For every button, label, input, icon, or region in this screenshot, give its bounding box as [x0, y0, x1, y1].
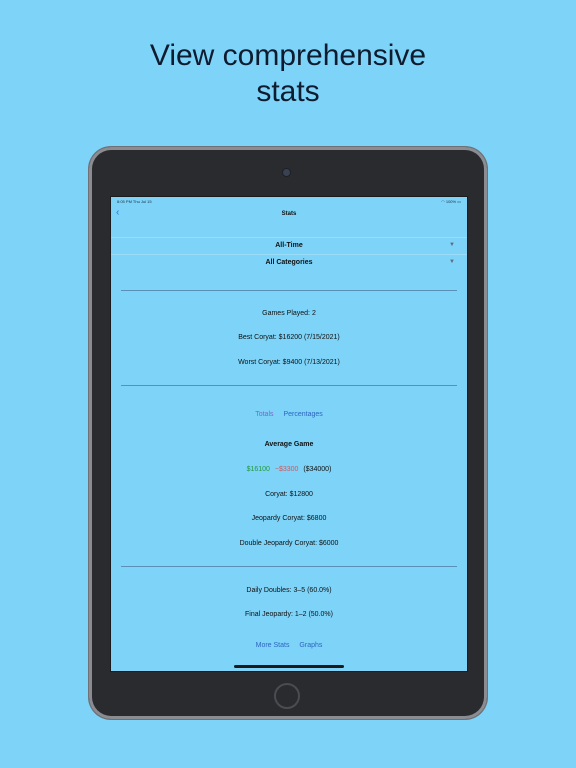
divider	[121, 566, 457, 567]
period-dropdown-label: All-Time	[275, 242, 303, 249]
chevron-down-icon: ▼	[449, 259, 455, 265]
page-title: Stats	[281, 211, 297, 217]
jeopardy-coryat-text: Jeopardy Coryat: $6800	[251, 515, 327, 522]
divider	[121, 385, 457, 386]
double-jeopardy-coryat-text: Double Jeopardy Coryat: $6000	[239, 540, 339, 547]
best-coryat-text: Best Coryat: $16200 (7/15/2021)	[238, 334, 340, 341]
category-dropdown[interactable]: All Categories ▼	[111, 254, 467, 271]
headline-line-2: stats	[256, 75, 320, 108]
negative-amount: −$3300	[274, 466, 299, 473]
more-stats-link[interactable]: More Stats	[256, 642, 290, 649]
bottom-links: More Stats Graphs	[111, 642, 467, 649]
graphs-link[interactable]: Graphs	[299, 642, 322, 649]
camera-icon	[283, 169, 290, 176]
average-game-heading: Average Game	[264, 441, 314, 448]
ipad-frame: 8:05 PM Thu Jul 15 ◠ 100% ▭ ‹ Stats All-…	[89, 147, 487, 719]
status-right: ◠ 100% ▭	[441, 199, 461, 204]
battery-percent: 100%	[445, 199, 457, 204]
status-bar: 8:05 PM Thu Jul 15 ◠ 100% ▭	[111, 197, 467, 205]
home-indicator	[234, 665, 344, 668]
positive-amount: $16100	[246, 466, 270, 473]
daily-doubles-text: Daily Doubles: 3–5 (60.0%)	[246, 587, 332, 594]
net-amount: ($34000)	[303, 466, 332, 473]
period-dropdown[interactable]: All-Time ▼	[111, 237, 467, 254]
navigation-bar: ‹ Stats	[111, 205, 467, 229]
worst-coryat-text: Worst Coryat: $9400 (7/13/2021)	[238, 359, 340, 366]
marketing-headline: View comprehensive stats	[0, 38, 576, 110]
status-time: 8:05 PM Thu Jul 15	[117, 199, 152, 204]
home-button[interactable]	[274, 683, 300, 709]
stats-tab-bar: Totals Percentages	[111, 411, 467, 418]
category-dropdown-label: All Categories	[265, 259, 313, 266]
chevron-down-icon: ▼	[449, 242, 455, 248]
games-played-text: Games Played: 2	[262, 310, 316, 317]
divider	[121, 290, 457, 291]
coryat-text: Coryat: $12800	[265, 491, 313, 498]
final-jeopardy-text: Final Jeopardy: 1–2 (50.0%)	[245, 611, 333, 618]
headline-line-1: View comprehensive	[149, 39, 427, 72]
battery-icon: ▭	[457, 199, 461, 204]
tab-totals[interactable]: Totals	[255, 411, 273, 418]
app-screen: 8:05 PM Thu Jul 15 ◠ 100% ▭ ‹ Stats All-…	[110, 196, 468, 672]
average-amounts: $16100 −$3300 ($34000)	[111, 466, 467, 473]
tab-percentages[interactable]: Percentages	[283, 411, 322, 418]
wifi-icon: ◠	[441, 199, 445, 204]
